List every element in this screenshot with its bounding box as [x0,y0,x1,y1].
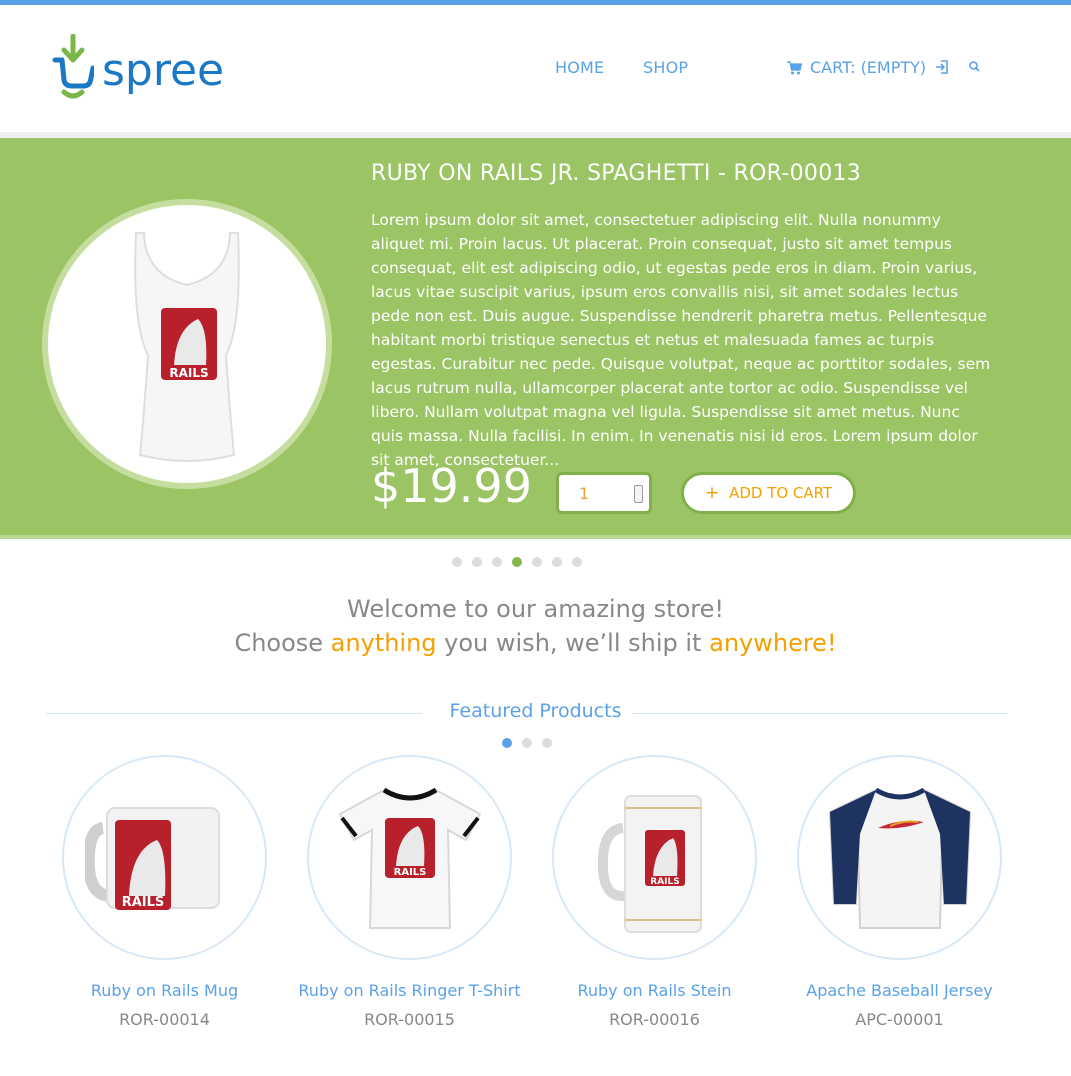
plus-icon: + [704,483,720,503]
add-to-cart-button[interactable]: + ADD TO CART [681,472,856,514]
featured-products-title: Featured Products [449,700,622,722]
hero-product-title[interactable]: RUBY ON RAILS JR. SPAGHETTI - ROR-00013 [371,161,861,186]
hero-product-image[interactable]: RAILS [42,199,332,489]
product-image[interactable]: RAILS [62,755,267,960]
site-header: spree HOME SHOP CART: (EMPTY) [0,5,1071,132]
slider-dot[interactable] [552,557,562,567]
product-sku: ROR-00015 [364,1010,455,1029]
slider-dot[interactable] [452,557,462,567]
ringer-tshirt-image: RAILS [338,787,481,929]
quantity-spinner[interactable] [634,485,643,503]
svg-text:RAILS: RAILS [650,877,679,887]
hero-bottom-border [0,535,1071,539]
slider-dot[interactable] [512,557,522,567]
slider-dot[interactable] [542,738,552,748]
product-name[interactable]: Ruby on Rails Stein [522,981,787,1000]
login-icon[interactable] [934,59,950,75]
add-to-cart-label: ADD TO CART [729,484,833,502]
product-image[interactable]: RAILS [307,755,512,960]
featured-slider-dots [502,738,552,748]
welcome-line-2: Choose anything you wish, we’ll ship it … [234,629,837,657]
logo[interactable]: spree [52,33,232,103]
cart-icon [787,60,802,74]
baseball-jersey-image [828,787,971,929]
spree-cart-logo-icon [52,34,94,99]
slider-dot[interactable] [492,557,502,567]
hero-product-description: Lorem ipsum dolor sit amet, consectetuer… [371,211,991,469]
product-name[interactable]: Ruby on Rails Ringer T-Shirt [277,981,542,1000]
slider-dot[interactable] [472,557,482,567]
product-sku: ROR-00016 [609,1010,700,1029]
logo-text: spree [102,45,225,96]
svg-text:RAILS: RAILS [393,867,426,878]
product-name[interactable]: Ruby on Rails Mug [32,981,297,1000]
product-image[interactable]: RAILS [552,755,757,960]
product-image[interactable] [797,755,1002,960]
product-sku: ROR-00014 [119,1010,210,1029]
svg-text:RAILS: RAILS [121,895,164,910]
hero-price: $19.99 [371,459,532,513]
product-card[interactable]: Apache Baseball Jersey APC-00001 [797,755,1002,1029]
product-card[interactable]: RAILS Ruby on Rails Mug ROR-00014 [62,755,267,1029]
slider-dot[interactable] [522,738,532,748]
welcome-line-1: Welcome to our amazing store! [347,595,724,623]
cart-label: CART: (EMPTY) [810,58,927,77]
stein-image: RAILS [597,794,702,933]
search-icon[interactable] [967,59,983,75]
slider-dot[interactable] [532,557,542,567]
nav-home-link[interactable]: HOME [555,58,604,77]
quantity-input[interactable]: 1 [556,472,652,514]
welcome-message: Welcome to our amazing store! Choose any… [0,592,1071,660]
highlight-anything: anything [330,629,437,657]
quantity-value: 1 [579,484,590,503]
product-name[interactable]: Apache Baseball Jersey [767,981,1032,1000]
product-card[interactable]: RAILS Ruby on Rails Stein ROR-00016 [552,755,757,1029]
mug-image: RAILS [84,806,220,910]
highlight-anywhere: anywhere! [709,629,837,657]
slider-dot[interactable] [572,557,582,567]
product-card[interactable]: RAILS Ruby on Rails Ringer T-Shirt ROR-0… [298,755,521,1029]
product-sku: APC-00001 [855,1010,944,1029]
cart-link[interactable]: CART: (EMPTY) [787,58,926,77]
hero-slider-dots [452,557,582,567]
nav-shop-link[interactable]: SHOP [643,58,688,77]
slider-dot[interactable] [502,738,512,748]
tank-top-image: RAILS [134,232,240,462]
hero-rails-badge: RAILS [169,366,208,380]
